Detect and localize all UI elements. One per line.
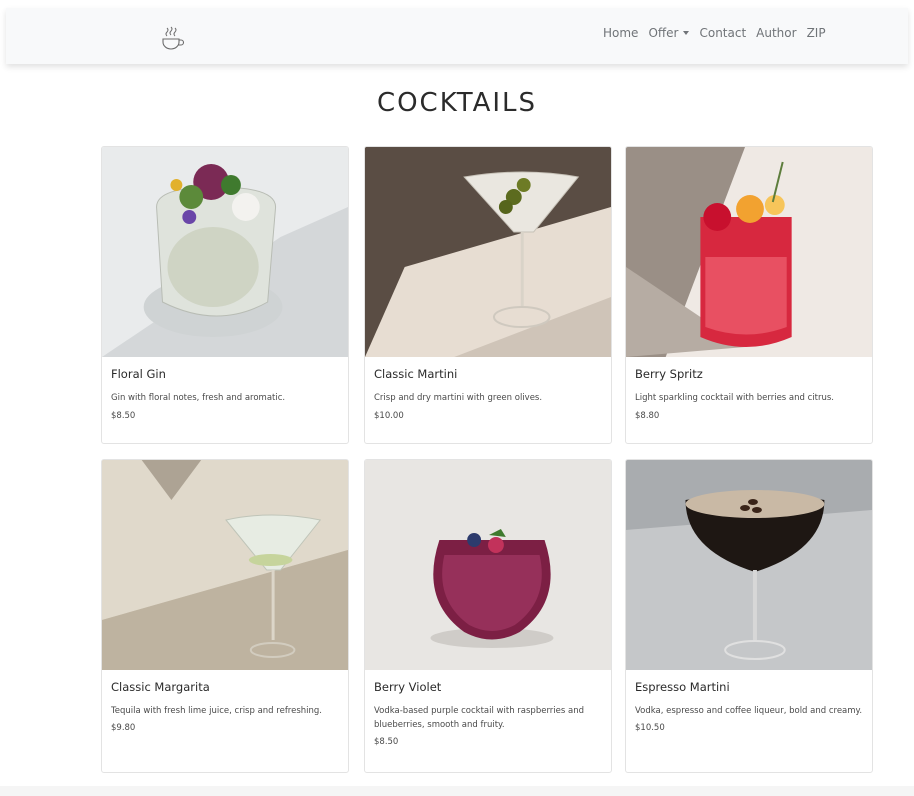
card-price: $8.80 (635, 411, 660, 421)
nav-author[interactable]: Author (751, 26, 801, 40)
card-title: Classic Margarita (111, 680, 210, 694)
cocktail-image (102, 147, 348, 357)
card-description: Vodka-based purple cocktail with raspber… (374, 706, 585, 730)
cocktail-image (365, 147, 611, 357)
nav-links: Home Offer Contact Author ZIP (598, 26, 831, 40)
card-body: Classic Margarita Tequila with fresh lim… (102, 670, 348, 741)
footer (0, 786, 914, 796)
card-description: Gin with floral notes, fresh and aromati… (111, 393, 286, 403)
card-title: Floral Gin (111, 367, 166, 381)
card-body: Berry Spritz Light sparkling cocktail wi… (626, 357, 872, 429)
cocktail-image (102, 460, 348, 670)
card-title: Berry Violet (374, 680, 442, 694)
card-description: Tequila with fresh lime juice, crisp and… (111, 706, 323, 716)
card-price: $10.00 (374, 411, 404, 421)
nav-zip[interactable]: ZIP (802, 26, 831, 40)
product-card[interactable]: Berry Spritz Light sparkling cocktail wi… (625, 146, 873, 444)
product-card[interactable]: Classic Martini Crisp and dry martini wi… (364, 146, 612, 444)
page-title: COCKTAILS (376, 88, 538, 118)
card-body: Espresso Martini Vodka, espresso and cof… (626, 670, 872, 741)
product-card[interactable]: Classic Margarita Tequila with fresh lim… (101, 459, 349, 773)
card-price: $8.50 (111, 411, 136, 421)
card-description: Light sparkling cocktail with berries an… (635, 393, 835, 403)
card-title: Berry Spritz (635, 367, 703, 381)
card-price: $8.50 (374, 737, 399, 747)
card-description: Vodka, espresso and coffee liqueur, bold… (635, 706, 863, 716)
cocktail-image (626, 147, 872, 357)
nav-home-label: Home (603, 26, 639, 40)
card-body: Berry Violet Vodka-based purple cocktail… (365, 670, 611, 755)
nav-offer-dropdown[interactable]: Offer (643, 26, 694, 40)
card-price: $10.50 (635, 723, 665, 733)
card-price: $9.80 (111, 723, 136, 733)
cocktail-image (626, 460, 872, 670)
coffee-cup-icon[interactable] (158, 22, 188, 52)
nav-contact-label: Contact (699, 26, 747, 40)
card-description: Crisp and dry martini with green olives. (374, 393, 543, 403)
nav-home[interactable]: Home (598, 26, 643, 40)
navbar: Home Offer Contact Author ZIP (6, 8, 908, 64)
product-card[interactable]: Berry Violet Vodka-based purple cocktail… (364, 459, 612, 773)
nav-contact[interactable]: Contact (694, 26, 751, 40)
card-body: Classic Martini Crisp and dry martini wi… (365, 357, 611, 429)
card-body: Floral Gin Gin with floral notes, fresh … (102, 357, 348, 429)
product-card[interactable]: Espresso Martini Vodka, espresso and cof… (625, 459, 873, 773)
card-title: Classic Martini (374, 367, 458, 381)
nav-offer-label: Offer (648, 26, 679, 40)
card-title: Espresso Martini (635, 680, 730, 694)
product-card[interactable]: Floral Gin Gin with floral notes, fresh … (101, 146, 349, 444)
nav-zip-label: ZIP (806, 26, 826, 40)
caret-down-icon (683, 31, 690, 35)
nav-author-label: Author (756, 26, 797, 40)
cocktail-image (365, 460, 611, 670)
